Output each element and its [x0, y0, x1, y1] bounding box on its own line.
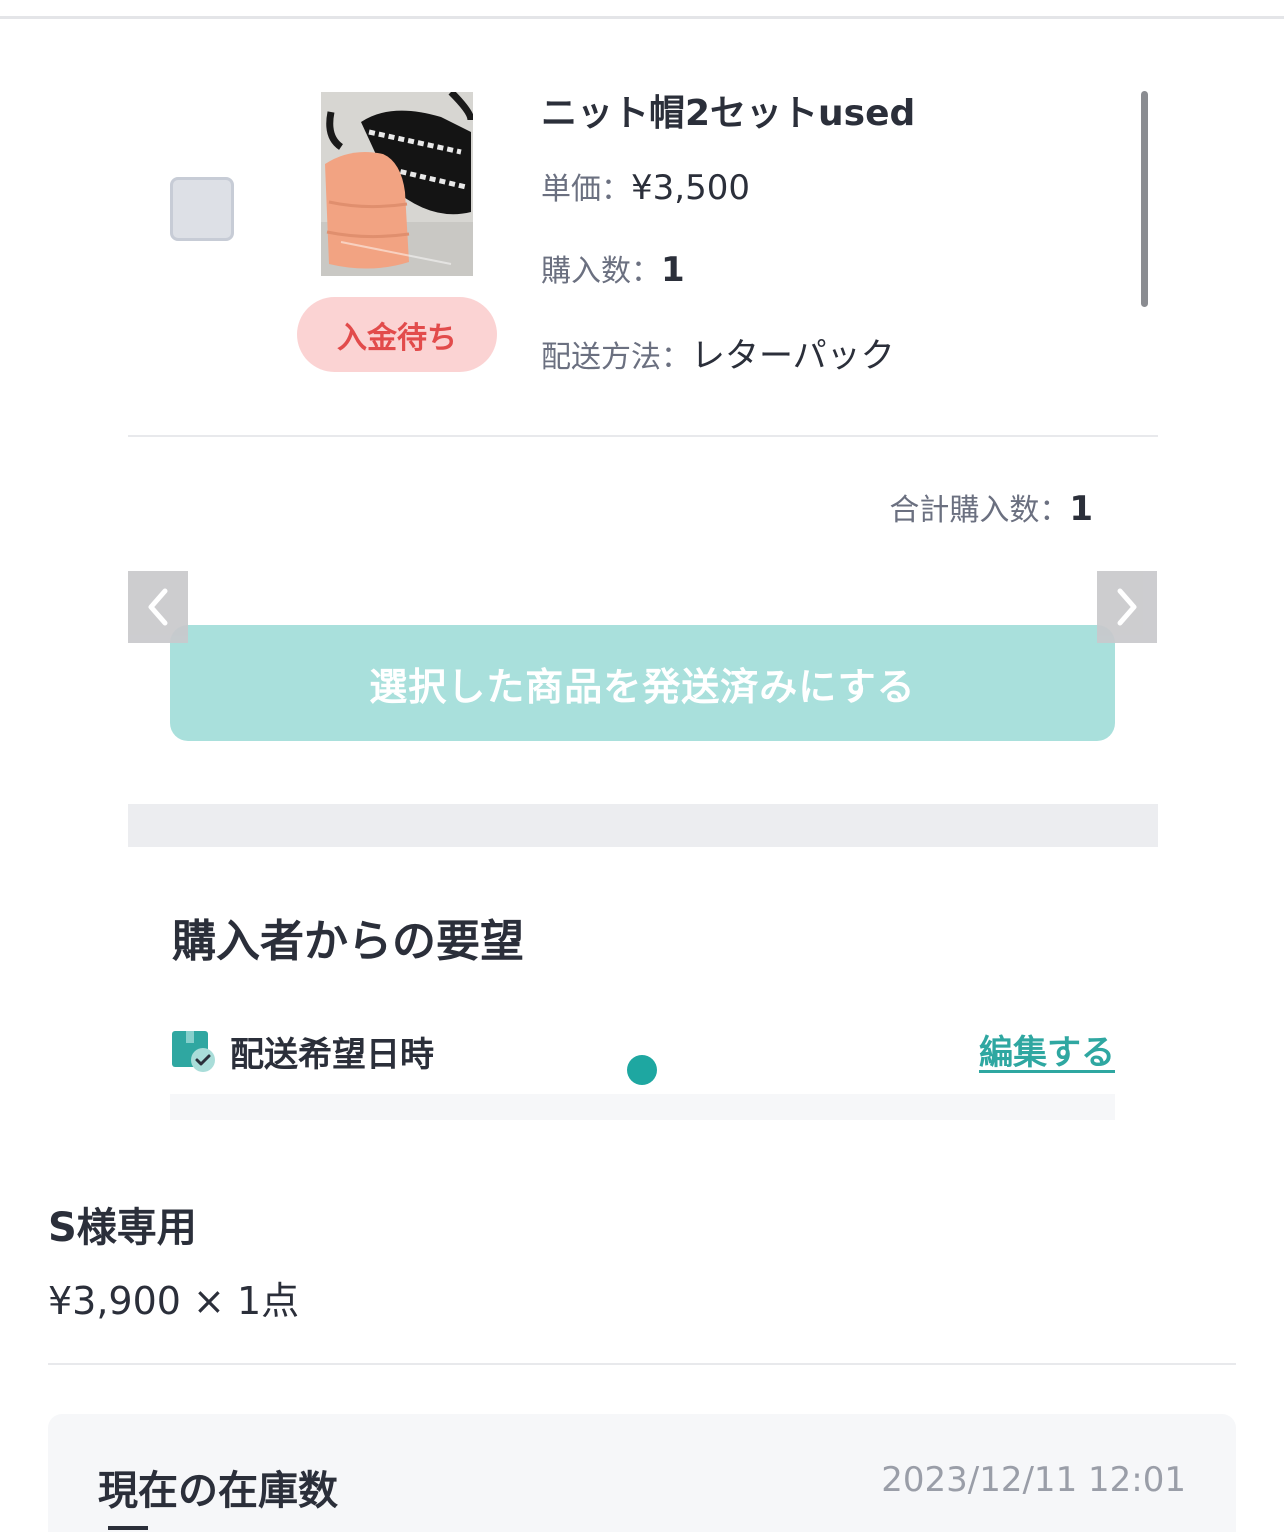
- quantity-row: 購入数：1: [541, 246, 685, 290]
- item-select-checkbox[interactable]: [170, 177, 234, 241]
- top-divider: [0, 16, 1284, 19]
- listing-price-quantity: ¥3,900 × 1点: [48, 1279, 300, 1323]
- payment-status-badge: 入金待ち: [297, 297, 497, 372]
- delivery-preference-box: [170, 1094, 1115, 1120]
- scrollbar[interactable]: [1141, 91, 1148, 307]
- package-check-icon: [172, 1031, 215, 1072]
- buyer-requests-heading: 購入者からの要望: [172, 916, 524, 967]
- unit-price-value: ¥3,500: [631, 168, 750, 208]
- edit-link[interactable]: 編集する: [979, 1025, 1115, 1074]
- section-separator: [128, 804, 1158, 847]
- product-title[interactable]: ニット帽2セットused: [541, 84, 915, 136]
- shipping-method-row: 配送方法：レターパック: [541, 328, 895, 377]
- mark-shipped-button[interactable]: 選択した商品を発送済みにする: [170, 625, 1115, 741]
- stock-timestamp: 2023/12/11 12:01: [881, 1460, 1186, 1500]
- total-quantity-label: 合計購入数：: [889, 493, 1070, 528]
- item-divider: [128, 435, 1158, 437]
- loading-indicator: [627, 1055, 657, 1085]
- chevron-left-icon: [148, 588, 168, 626]
- carousel-prev-button[interactable]: [128, 571, 188, 643]
- shipping-method-label: 配送方法：: [541, 340, 691, 375]
- listing-title[interactable]: S様専用: [48, 1195, 197, 1253]
- product-photo: [321, 92, 473, 276]
- stock-title: 現在の在庫数: [98, 1468, 338, 1514]
- product-thumbnail[interactable]: [321, 92, 473, 276]
- delivery-datetime-label: 配送希望日時: [230, 1035, 434, 1075]
- shipping-method-value: レターパック: [691, 336, 895, 376]
- unit-price-row: 単価：¥3,500: [541, 164, 750, 208]
- carousel-next-button[interactable]: [1097, 571, 1157, 643]
- stock-value-partial: [108, 1526, 148, 1530]
- unit-price-label: 単価：: [541, 172, 631, 207]
- listing-divider: [48, 1363, 1236, 1365]
- chevron-right-icon: [1117, 588, 1137, 626]
- total-quantity-value: 1: [1069, 489, 1093, 529]
- stock-card: 現在の在庫数 2023/12/11 12:01: [48, 1414, 1236, 1532]
- quantity-value: 1: [661, 250, 685, 290]
- quantity-label: 購入数：: [541, 254, 661, 289]
- total-quantity-row: 合計購入数：1: [889, 485, 1093, 529]
